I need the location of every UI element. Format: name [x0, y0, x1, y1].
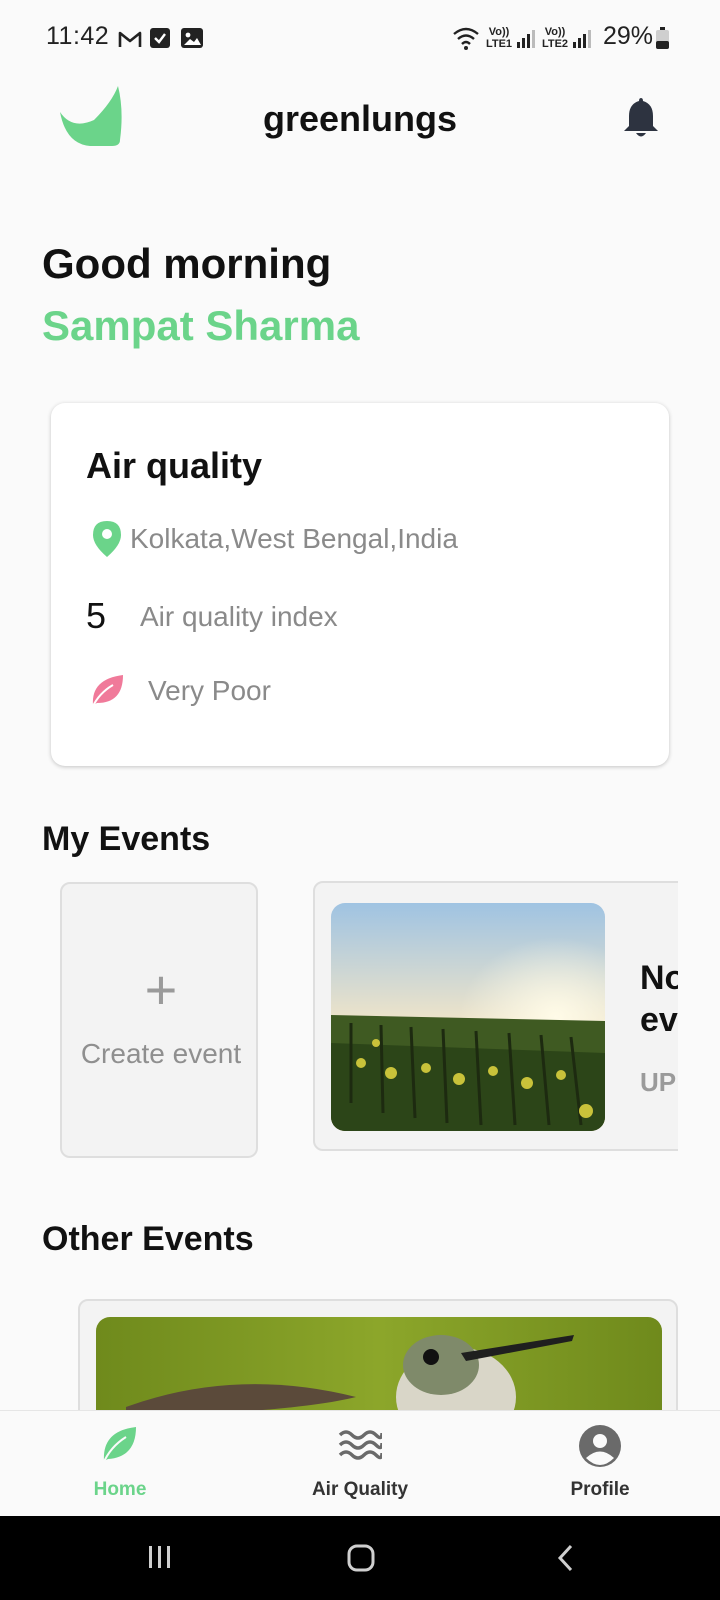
gmail-icon: [118, 31, 142, 47]
leaf-icon: [102, 1427, 136, 1465]
status-bar: 11:42 Vo)) LTE1 Vo)) LTE2 29%: [0, 0, 720, 78]
signal-1-icon: [517, 30, 535, 48]
nav-profile-label: Profile: [570, 1479, 630, 1500]
status-time: 11:42: [46, 22, 110, 50]
air-quality-card[interactable]: Air quality Kolkata,West Bengal,India 5 …: [51, 403, 669, 766]
event-subtitle: UP: [640, 1067, 677, 1097]
other-events-title: Other Events: [42, 1220, 254, 1258]
my-events-title: My Events: [42, 820, 211, 858]
nav-home-label: Home: [93, 1479, 147, 1500]
system-navigation-bar: [0, 1516, 720, 1600]
back-icon[interactable]: [556, 1544, 574, 1572]
lte2-label: Vo)) LTE2: [541, 26, 569, 50]
lte1-label: Vo)) LTE1: [485, 26, 513, 50]
home-button-icon[interactable]: [347, 1544, 375, 1572]
wifi-icon: [453, 27, 479, 50]
air-quality-title: Air quality: [86, 445, 263, 486]
user-name: Sampat Sharma: [42, 302, 360, 349]
location-text: Kolkata,West Bengal,India: [130, 523, 458, 554]
bottom-navigation: Home Air Quality Profile: [0, 1410, 720, 1517]
signal-2-icon: [573, 30, 591, 48]
aqi-label: Air quality index: [140, 601, 338, 632]
gallery-icon: [181, 28, 203, 48]
air-quality-status: Very Poor: [148, 675, 271, 706]
greeting-text: Good morning: [42, 240, 332, 287]
recent-apps-icon[interactable]: [147, 1544, 173, 1570]
nav-profile[interactable]: Profile: [480, 1411, 720, 1517]
battery-percent: 29%: [603, 22, 654, 50]
event-image: [331, 903, 605, 1131]
nav-air-quality[interactable]: Air Quality: [240, 1411, 480, 1517]
app-title: greenlungs: [262, 98, 458, 139]
event-title: No ev: [640, 959, 678, 1039]
leaf-icon: [91, 675, 123, 709]
my-events-scroller[interactable]: No ev UP: [0, 870, 678, 1170]
nav-air-quality-label: Air Quality: [311, 1479, 409, 1500]
my-event-card[interactable]: No ev UP: [313, 881, 678, 1151]
notification-bell-icon[interactable]: [622, 96, 660, 138]
aqi-value: 5: [86, 595, 107, 636]
waves-icon: [338, 1430, 382, 1460]
location-pin-icon: [93, 521, 121, 557]
task-check-icon: [150, 28, 170, 48]
battery-icon: [656, 27, 669, 49]
profile-icon: [579, 1425, 621, 1467]
nav-home[interactable]: Home: [0, 1411, 240, 1517]
